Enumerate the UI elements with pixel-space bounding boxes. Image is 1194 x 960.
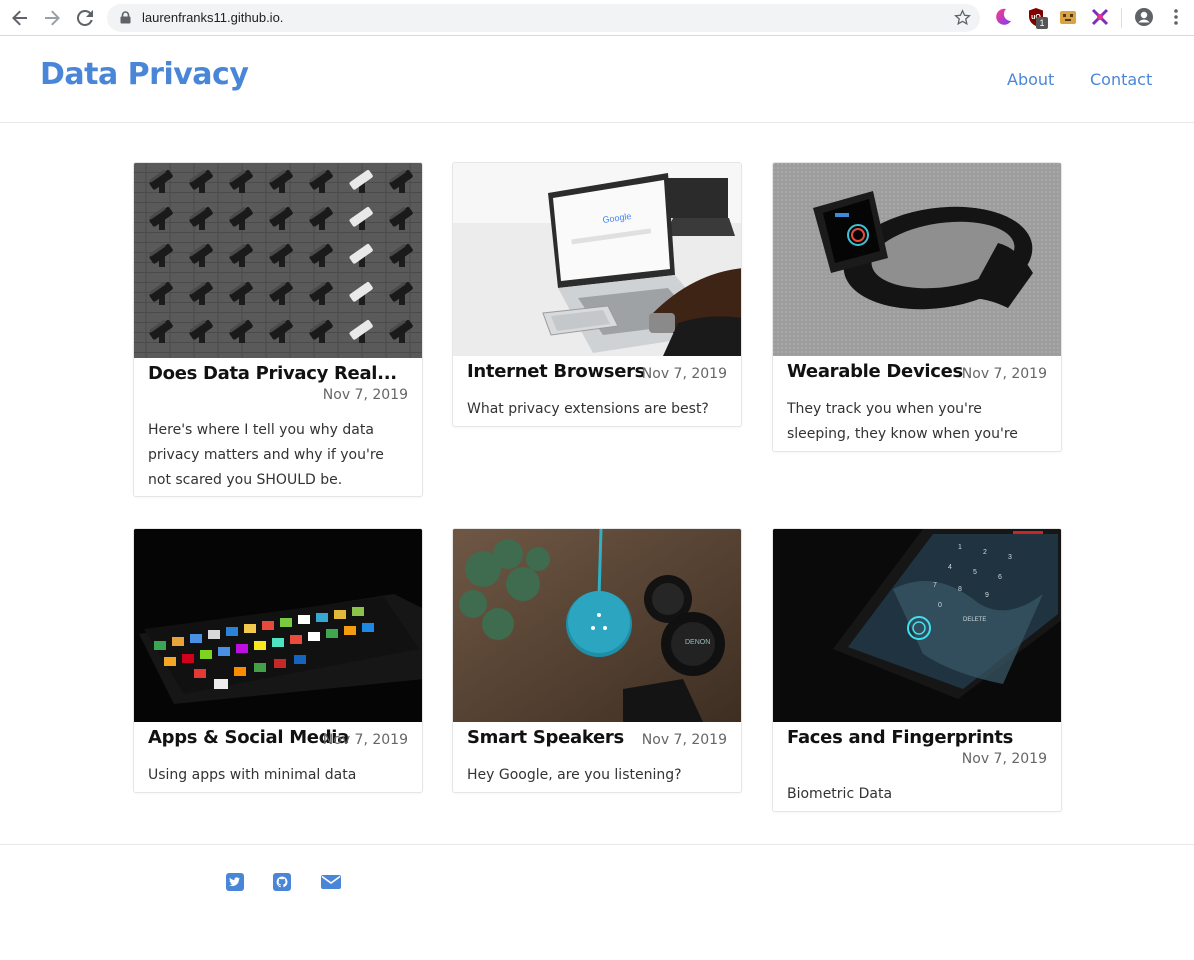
post-date: Nov 7, 2019 (961, 366, 1047, 382)
post-excerpt: Using apps with minimal data leakage. (148, 767, 357, 783)
post-date: Nov 7, 2019 (322, 732, 408, 748)
post-title[interactable]: Wearable Devices (787, 361, 963, 382)
svg-text:7: 7 (933, 582, 937, 589)
svg-text:8: 8 (958, 586, 962, 593)
fingerprint-phone-image[interactable]: 1 2 3 4 5 6 7 8 9 0 DELETE (773, 529, 1061, 722)
post-date: Nov 7, 2019 (322, 387, 408, 403)
svg-text:DELETE: DELETE (963, 617, 986, 623)
svg-text:3: 3 (1008, 554, 1012, 561)
ublock-extension[interactable]: uO 1 (1026, 7, 1048, 29)
lock-icon (120, 11, 131, 24)
address-bar[interactable]: laurenfranks11.github.io. (107, 4, 980, 32)
post-excerpt: What privacy extensions are best? (467, 401, 709, 417)
fingerprint-phone-illustration: 1 2 3 4 5 6 7 8 9 0 DELETE (773, 529, 1061, 722)
surveillance-cameras-image[interactable] (134, 163, 422, 358)
post-date: Nov 7, 2019 (961, 751, 1047, 767)
reload-button[interactable] (73, 6, 97, 30)
github-icon (273, 873, 291, 891)
post-title[interactable]: Smart Speakers (467, 727, 624, 748)
phone-apps-image[interactable] (134, 529, 422, 722)
post-title[interactable]: Does Data Privacy Real... (148, 363, 397, 384)
ublock-badge: 1 (1036, 17, 1048, 29)
browser-toolbar: laurenfranks11.github.io. uO 1 (0, 0, 1194, 36)
phone-apps-illustration (134, 529, 422, 722)
back-arrow-icon (12, 10, 27, 26)
menu-kebab-icon[interactable] (1166, 7, 1186, 27)
laptop-browser-illustration: Google (453, 163, 741, 356)
twitter-icon (226, 873, 244, 891)
post-title[interactable]: Internet Browsers (467, 361, 645, 382)
bookmark-star-icon[interactable] (954, 9, 971, 26)
laptop-browser-image[interactable]: Google (453, 163, 741, 356)
nav-contact-link[interactable]: Contact (1090, 70, 1152, 89)
smartwatch-illustration (773, 163, 1061, 356)
github-link[interactable] (272, 872, 292, 892)
site-header: Data Privacy About Contact (0, 37, 1194, 123)
post-date: Nov 7, 2019 (641, 366, 727, 382)
svg-text:5: 5 (973, 569, 977, 576)
post-excerpt: Biometric Data (787, 786, 893, 802)
site-title-link[interactable]: Data Privacy (40, 57, 249, 92)
svg-text:1: 1 (958, 544, 962, 551)
post-card[interactable]: DENON Smart Speakers Nov 7, 2019 Hey Goo… (452, 528, 742, 793)
svg-text:2: 2 (983, 549, 987, 556)
surveillance-cameras-illustration (134, 163, 422, 358)
post-card[interactable]: Does Data Privacy Real... Nov 7, 2019 He… (133, 162, 423, 497)
post-excerpt: They track you when you're sleeping, the… (787, 401, 1018, 442)
smartwatch-image[interactable] (773, 163, 1061, 356)
smart-speaker-image[interactable]: DENON (453, 529, 741, 722)
forward-button[interactable] (40, 6, 64, 30)
svg-text:4: 4 (948, 564, 952, 571)
post-title[interactable]: Apps & Social Media (148, 727, 349, 748)
post-card[interactable]: Wearable Devices Nov 7, 2019 They track … (772, 162, 1062, 452)
post-title[interactable]: Faces and Fingerprints (787, 727, 1013, 748)
back-button[interactable] (8, 6, 32, 30)
nav-about-link[interactable]: About (1007, 70, 1054, 89)
post-excerpt: Here's where I tell you why data privacy… (148, 422, 384, 488)
site-footer (0, 844, 1194, 960)
post-date: Nov 7, 2019 (641, 732, 727, 748)
svg-text:9: 9 (985, 592, 989, 599)
dark-mode-moon-icon[interactable] (993, 7, 1013, 27)
post-excerpt: Hey Google, are you listening? (467, 767, 682, 783)
email-link[interactable] (320, 872, 341, 892)
forward-arrow-icon (45, 10, 60, 26)
profile-avatar-icon[interactable] (1134, 7, 1154, 27)
post-card[interactable]: Google Internet Browsers Nov 7, 2019 Wha… (452, 162, 742, 427)
svg-text:6: 6 (998, 574, 1002, 581)
smart-speaker-illustration: DENON (453, 529, 741, 722)
twitter-link[interactable] (225, 872, 245, 892)
reload-icon (77, 10, 93, 26)
post-card[interactable]: 1 2 3 4 5 6 7 8 9 0 DELETE Faces and Fingerprin… (772, 528, 1062, 812)
toolbar-divider (1121, 8, 1122, 28)
url-text: laurenfranks11.github.io. (142, 10, 284, 25)
svg-text:0: 0 (938, 602, 942, 609)
svg-text:DENON: DENON (685, 639, 710, 646)
post-card[interactable]: Apps & Social Media Nov 7, 2019 Using ap… (133, 528, 423, 793)
privacy-x-extension-icon[interactable] (1090, 7, 1110, 27)
email-icon (321, 875, 341, 889)
cookie-extension-icon[interactable] (1058, 7, 1078, 27)
